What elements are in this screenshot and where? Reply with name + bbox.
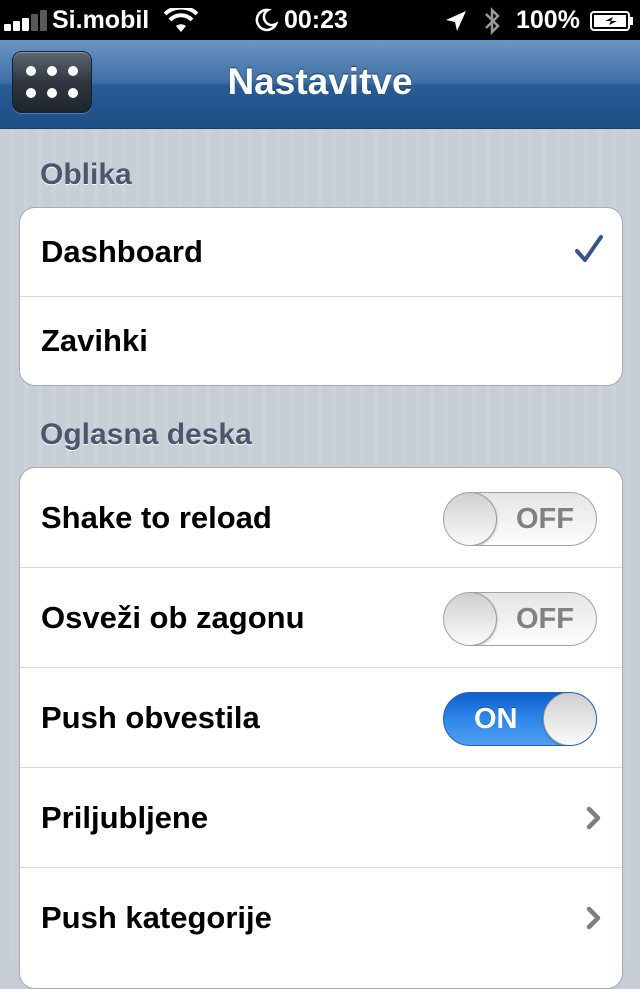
status-bar: Si.mobil 00:23 100% — [0, 0, 640, 40]
battery-icon — [590, 11, 633, 31]
setting-label: Push obvestila — [41, 699, 260, 735]
setting-label: Priljubljene — [41, 799, 209, 835]
carrier-label: Si.mobil — [52, 6, 150, 34]
wifi-icon — [164, 8, 198, 32]
switch-state-label: OFF — [516, 503, 574, 535]
setting-row-push-categories[interactable]: Push kategorije — [20, 868, 622, 967]
setting-row-favorites[interactable]: Priljubljene — [20, 768, 622, 868]
option-label: Dashboard — [41, 234, 203, 269]
option-row-dashboard[interactable]: Dashboard — [20, 208, 622, 297]
shake-to-reload-switch[interactable]: OFF — [443, 492, 597, 546]
layout-options-group: Dashboard Zavihki — [19, 207, 623, 386]
chevron-right-icon — [586, 906, 601, 930]
switch-state-label: ON — [474, 703, 518, 735]
setting-row-shake-to-reload: Shake to reload OFF — [20, 468, 622, 568]
moon-icon — [255, 8, 278, 32]
page-title: Nastavitve — [227, 61, 413, 102]
signal-icon — [4, 9, 50, 31]
option-row-zavihki[interactable]: Zavihki — [20, 297, 622, 385]
setting-label: Push kategorije — [41, 899, 272, 935]
bulletin-settings-group: Shake to reload OFF Osveži ob zagonu OFF… — [19, 467, 623, 989]
setting-label: Shake to reload — [41, 499, 272, 535]
section-header-oglasna-deska: Oglasna deska — [40, 418, 252, 451]
refresh-on-start-switch[interactable]: OFF — [443, 592, 597, 646]
switch-state-label: OFF — [516, 603, 574, 635]
clock: 00:23 — [284, 6, 348, 34]
section-header-oblika: Oblika — [40, 158, 132, 191]
setting-row-push-notifications: Push obvestila ON — [20, 668, 622, 768]
option-label: Zavihki — [41, 323, 148, 358]
bluetooth-icon — [485, 6, 500, 36]
switch-knob — [543, 693, 596, 745]
battery-percent: 100% — [516, 6, 580, 34]
switch-knob — [444, 593, 497, 645]
menu-button[interactable] — [12, 51, 92, 113]
setting-label: Osveži ob zagonu — [41, 599, 305, 635]
checkmark-icon — [575, 235, 603, 262]
location-icon — [446, 11, 466, 31]
grid-dots-icon — [26, 66, 78, 98]
chevron-right-icon — [586, 806, 601, 830]
push-notifications-switch[interactable]: ON — [443, 692, 597, 746]
switch-knob — [444, 493, 497, 545]
navigation-bar: Nastavitve — [0, 40, 640, 129]
setting-row-refresh-on-start: Osveži ob zagonu OFF — [20, 568, 622, 668]
